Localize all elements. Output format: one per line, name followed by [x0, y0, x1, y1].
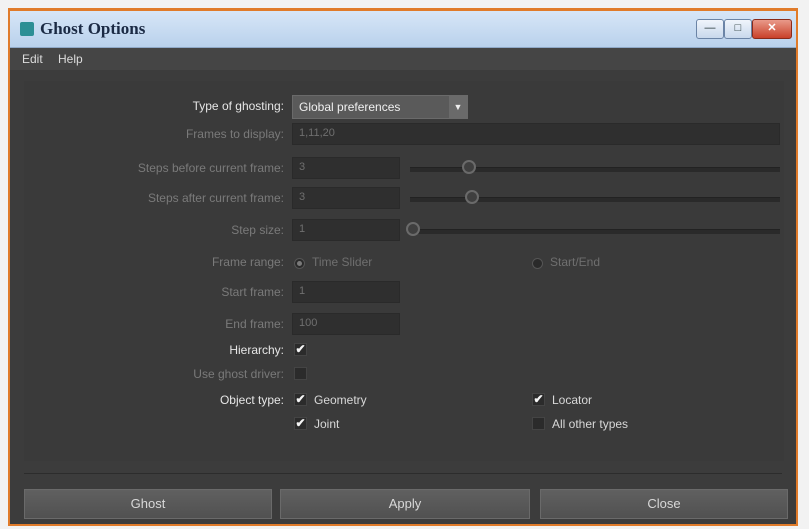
frames-to-display-label: Frames to display:: [185, 127, 284, 141]
maya-icon: [20, 22, 34, 36]
ghost-options-window: Ghost Options — □ ✕ Edit Help Type of gh…: [8, 8, 798, 526]
type-of-ghosting-label: Type of ghosting:: [192, 99, 284, 113]
start-end-radio-label: Start/End: [550, 255, 601, 269]
start-frame-field[interactable]: 1: [292, 281, 400, 303]
locator-checkbox-label: Locator: [552, 393, 593, 407]
maximize-button[interactable]: □: [724, 19, 752, 39]
frame-range-label: Frame range:: [211, 255, 284, 269]
close-window-button[interactable]: ✕: [752, 19, 792, 39]
object-type-label: Object type:: [219, 393, 284, 407]
frames-to-display-field[interactable]: 1,11,20: [292, 123, 780, 145]
geometry-checkbox-label: Geometry: [314, 393, 367, 407]
window-title: Ghost Options: [40, 19, 146, 38]
use-ghost-driver-checkbox[interactable]: [294, 367, 307, 380]
title-bar[interactable]: Ghost Options — □ ✕: [10, 11, 796, 48]
step-size-label: Step size:: [231, 223, 284, 237]
all-other-types-checkbox[interactable]: [532, 417, 545, 430]
close-button[interactable]: Close: [540, 489, 788, 519]
all-other-types-checkbox-label: All other types: [552, 417, 629, 431]
divider: [24, 473, 782, 474]
use-ghost-driver-label: Use ghost driver:: [193, 367, 284, 381]
joint-checkbox-label: Joint: [314, 417, 340, 431]
steps-after-label: Steps after current frame:: [147, 191, 284, 205]
steps-before-label: Steps before current frame:: [137, 161, 284, 175]
menu-bar: Edit Help: [10, 48, 796, 70]
hierarchy-label: Hierarchy:: [229, 343, 284, 357]
step-size-field[interactable]: 1: [292, 219, 400, 241]
menu-edit[interactable]: Edit: [22, 52, 43, 66]
start-frame-label: Start frame:: [221, 285, 284, 299]
step-size-slider-handle[interactable]: [406, 222, 420, 236]
step-size-slider[interactable]: [410, 229, 780, 234]
ghost-button[interactable]: Ghost: [24, 489, 272, 519]
joint-checkbox[interactable]: ✔: [294, 417, 307, 430]
start-end-radio[interactable]: [532, 258, 543, 269]
options-panel: Type of ghosting: Global preferences ▼ F…: [24, 81, 784, 461]
end-frame-label: End frame:: [225, 317, 284, 331]
geometry-checkbox[interactable]: ✔: [294, 393, 307, 406]
locator-checkbox[interactable]: ✔: [532, 393, 545, 406]
hierarchy-checkbox[interactable]: ✔: [294, 343, 307, 356]
time-slider-radio[interactable]: [294, 258, 305, 269]
minimize-button[interactable]: —: [696, 19, 724, 39]
type-of-ghosting-value: Global preferences: [299, 100, 401, 114]
time-slider-radio-label: Time Slider: [312, 255, 373, 269]
chevron-down-icon: ▼: [449, 96, 467, 118]
type-of-ghosting-dropdown[interactable]: Global preferences ▼: [292, 95, 468, 119]
apply-button[interactable]: Apply: [280, 489, 530, 519]
steps-after-field[interactable]: 3: [292, 187, 400, 209]
steps-before-field[interactable]: 3: [292, 157, 400, 179]
steps-before-slider-handle[interactable]: [461, 160, 476, 174]
end-frame-field[interactable]: 100: [292, 313, 400, 335]
menu-help[interactable]: Help: [58, 52, 83, 66]
